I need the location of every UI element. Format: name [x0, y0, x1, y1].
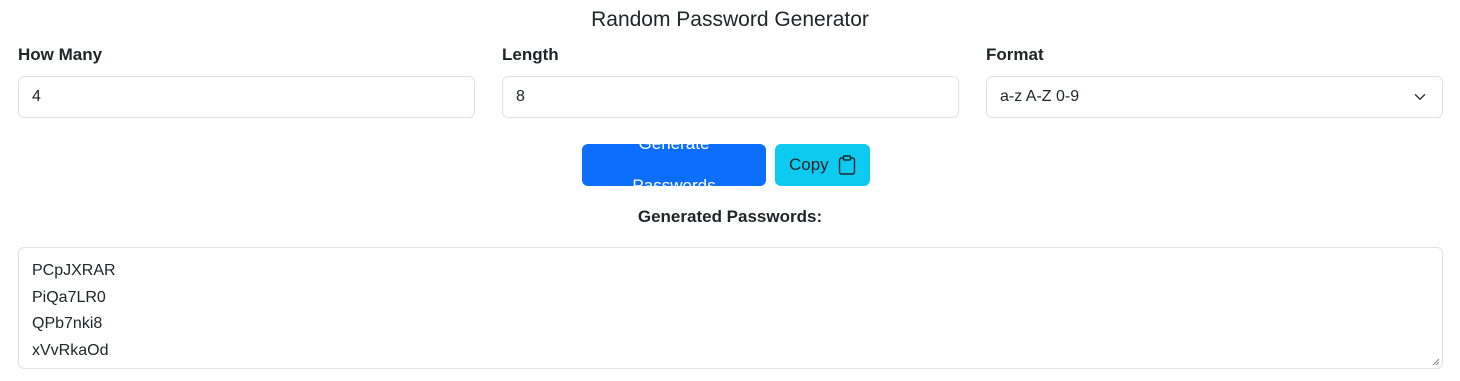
password-generator-page: Random Password Generator How Many 4 Len…: [0, 0, 1460, 381]
how-many-group: How Many 4: [18, 43, 475, 118]
passwords-output-textarea[interactable]: PCpJXRAR PiQa7LR0 QPb7nki8 xVvRkaOd: [18, 247, 1443, 369]
format-label: Format: [986, 45, 1044, 64]
generate-passwords-button[interactable]: Generate Passwords: [582, 134, 766, 195]
format-select[interactable]: a-z A-Z 0-9: [986, 76, 1443, 118]
how-many-input[interactable]: 4: [18, 76, 475, 118]
password-line: PiQa7LR0: [32, 288, 106, 306]
chevron-down-icon: [1414, 94, 1426, 100]
length-group: Length 8: [502, 43, 959, 118]
copy-button-label: Copy: [789, 155, 829, 174]
length-label: Length: [502, 45, 559, 64]
copy-button[interactable]: Copy: [775, 144, 870, 186]
length-input[interactable]: 8: [502, 76, 959, 118]
page-title: Random Password Generator: [591, 8, 869, 31]
how-many-label: How Many: [18, 45, 103, 64]
password-line: xVvRkaOd: [32, 341, 109, 359]
resize-handle-icon[interactable]: [1431, 357, 1440, 366]
password-line: PCpJXRAR: [32, 262, 116, 279]
password-line: QPb7nki8: [32, 315, 103, 332]
clipboard-icon: [838, 155, 855, 175]
generate-button-label: Generate Passwords: [632, 134, 716, 195]
generated-passwords-label: Generated Passwords:: [637, 207, 823, 226]
format-selected-value: a-z A-Z 0-9: [1000, 88, 1080, 105]
format-group: Format a-z A-Z 0-9: [986, 43, 1443, 118]
